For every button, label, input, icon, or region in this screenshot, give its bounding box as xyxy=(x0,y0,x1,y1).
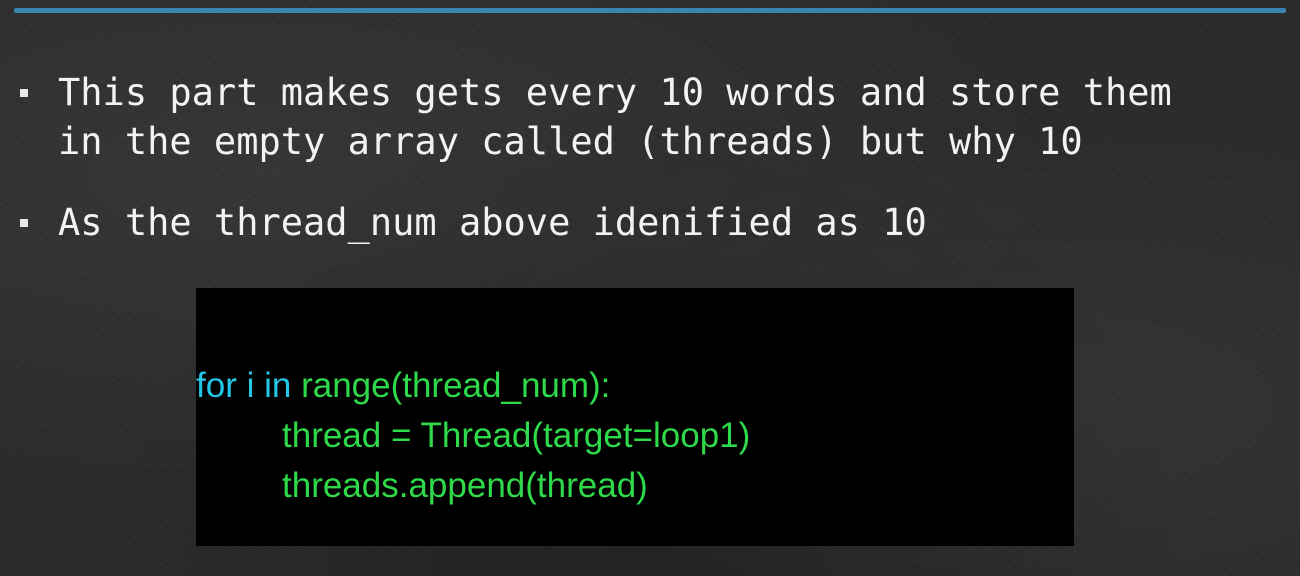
bullet-list: This part makes gets every 10 words and … xyxy=(20,68,1280,247)
bullet-square-icon xyxy=(20,89,28,97)
bullet-1-line-2: in the empty array called (threads) but … xyxy=(58,120,1083,163)
range-call: range(thread_num): xyxy=(291,366,611,405)
code-line-3: threads.append(thread) xyxy=(282,466,648,505)
bullet-item-1: This part makes gets every 10 words and … xyxy=(20,68,1280,166)
top-accent-rule xyxy=(14,8,1286,13)
bullet-square-icon xyxy=(20,219,28,227)
code-line-2: thread = Thread(target=loop1) xyxy=(282,416,751,455)
bullet-2-line-1: As the thread_num above idenified as 10 xyxy=(58,201,927,244)
code-snippet-panel: for i in range(thread_num): thread = Thr… xyxy=(196,288,1074,546)
loop-variable: i xyxy=(236,366,265,405)
keyword-in: in xyxy=(264,366,292,405)
code-line-1: for i in range(thread_num): xyxy=(196,366,610,406)
keyword-for: for xyxy=(196,366,237,405)
bullet-1-line-1: This part makes gets every 10 words and … xyxy=(58,71,1172,114)
bullet-item-2: As the thread_num above idenified as 10 xyxy=(20,198,1280,247)
